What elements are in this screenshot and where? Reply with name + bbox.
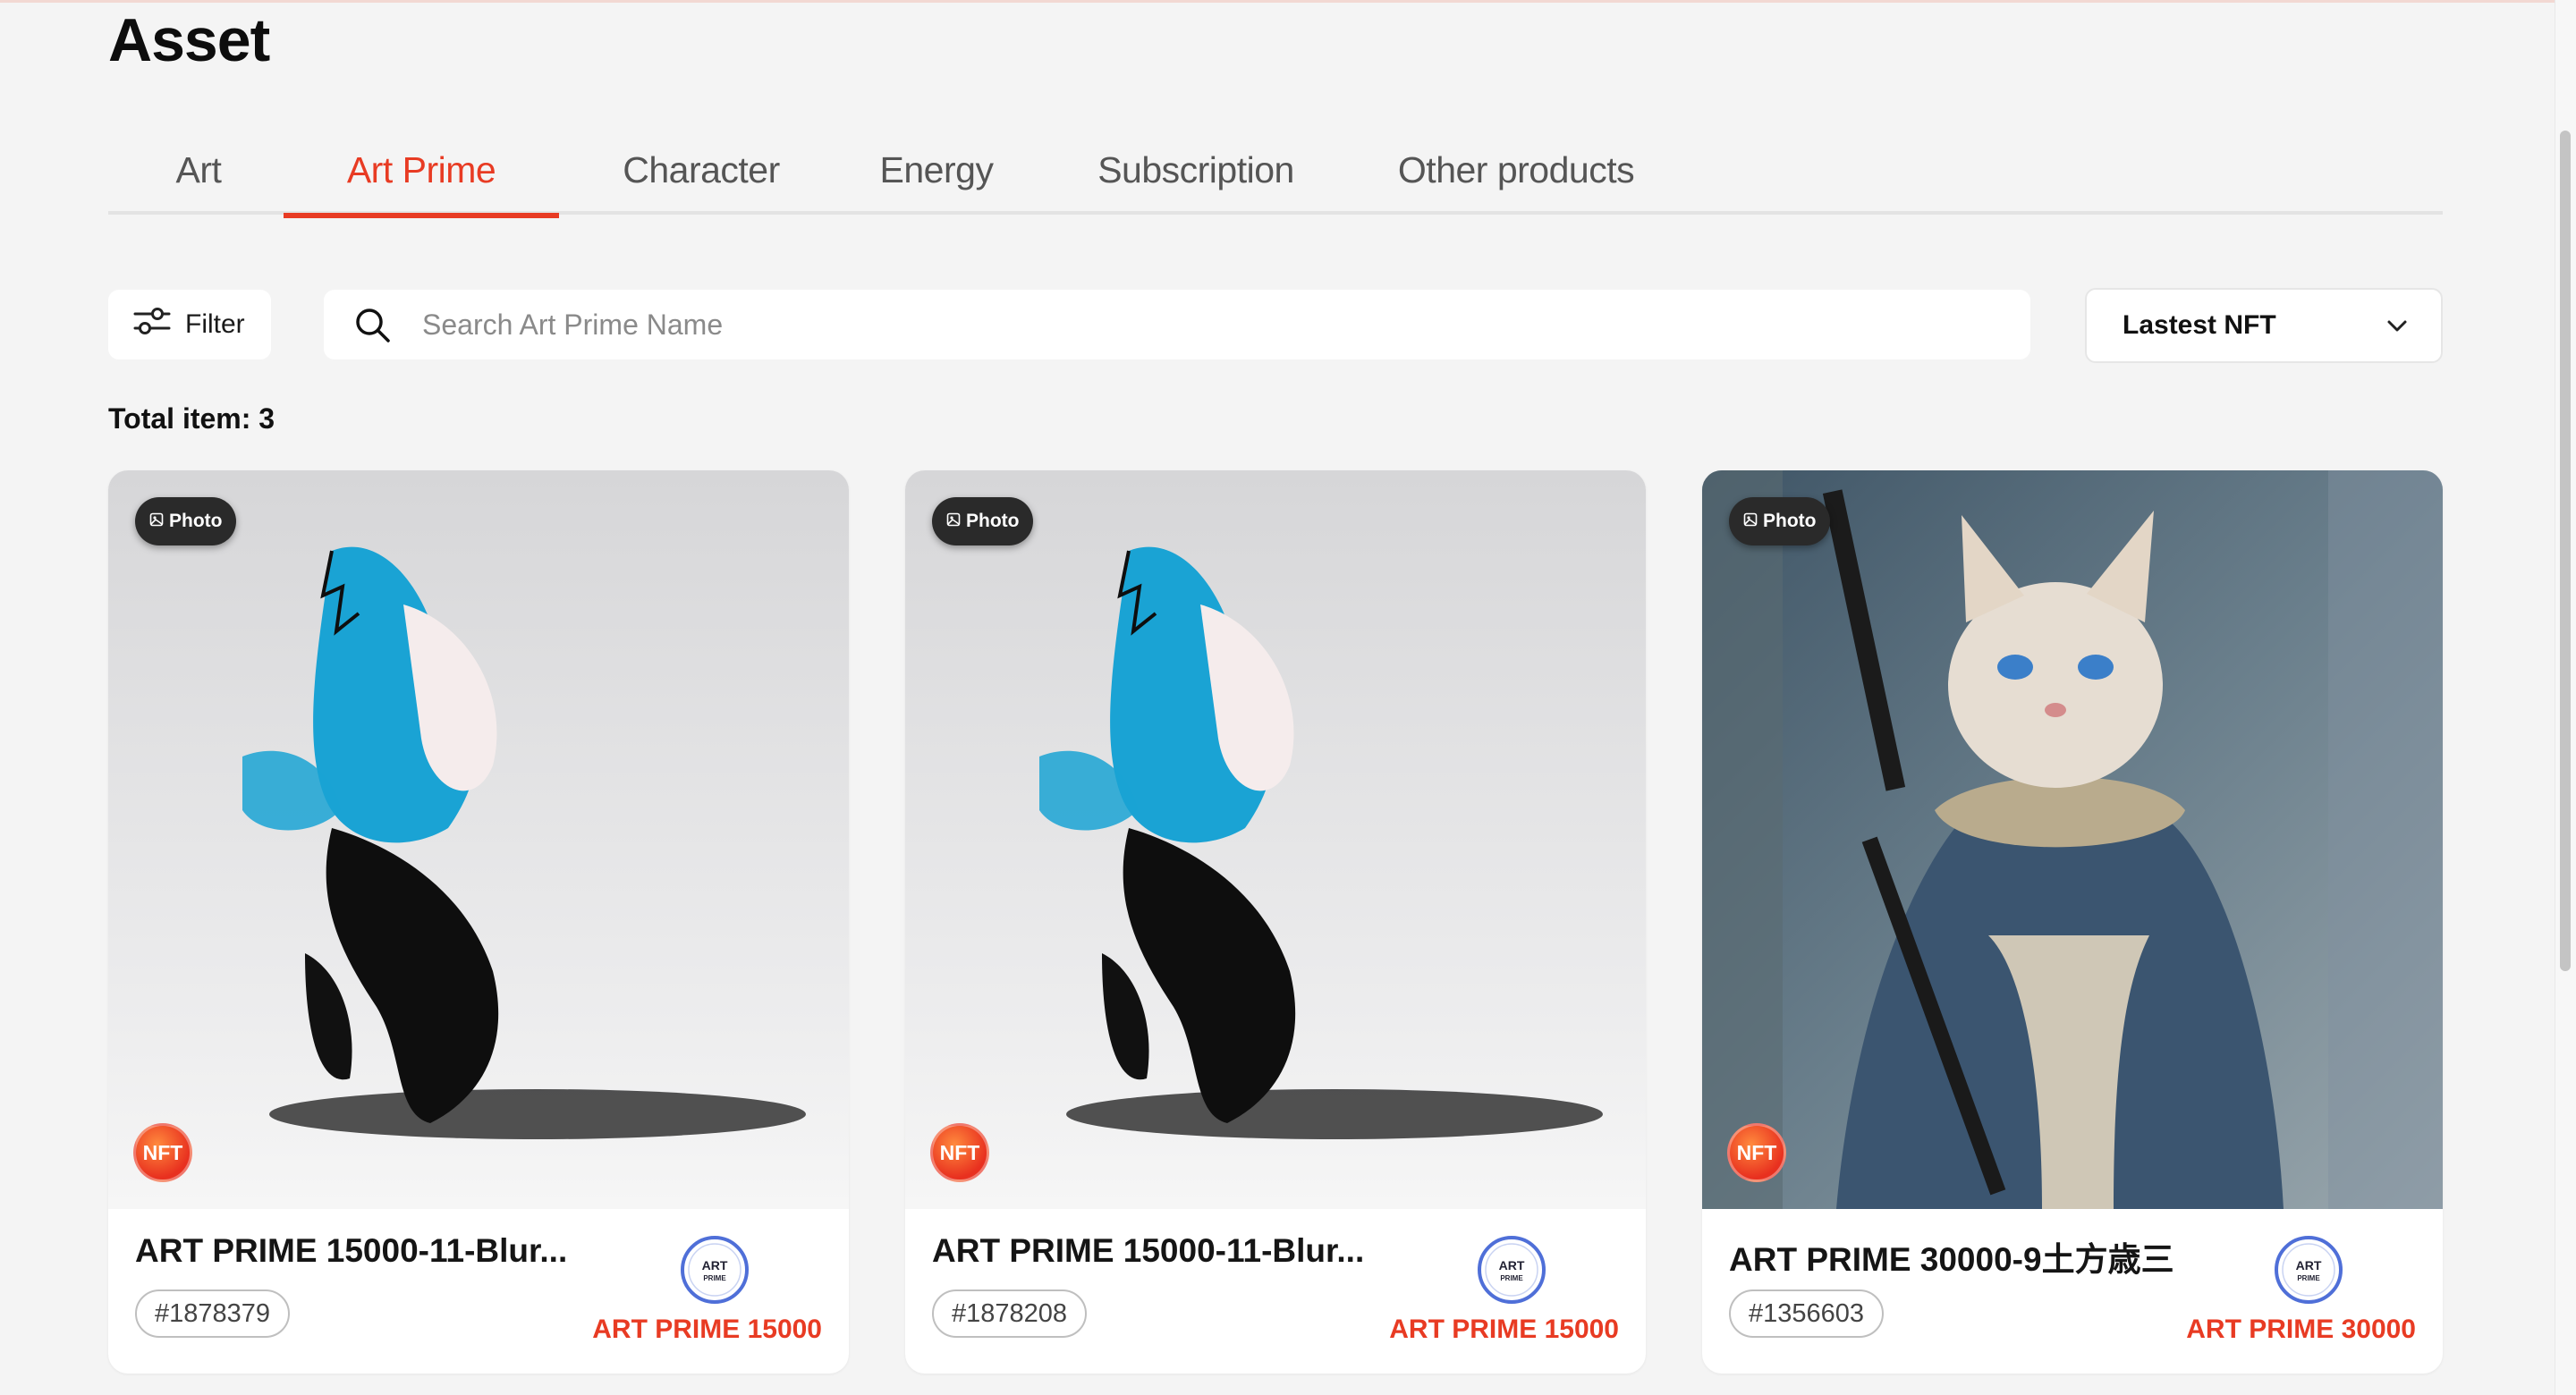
media-type-badge: Photo — [1729, 497, 1831, 545]
tab-art[interactable]: Art — [149, 134, 248, 215]
token-id: #1878379 — [135, 1289, 291, 1338]
tab-other-products[interactable]: Other products — [1366, 134, 1666, 215]
collection-name: ART PRIME 15000 — [1389, 1315, 1619, 1344]
category-tabs: Art Art Prime Character Energy Subscript… — [108, 134, 2443, 218]
tab-energy[interactable]: Energy — [847, 134, 1026, 215]
nft-image: Photo NFT — [108, 470, 849, 1209]
nft-badge: NFT — [930, 1123, 989, 1182]
filter-sliders-icon — [133, 306, 171, 343]
media-type-badge: Photo — [135, 497, 237, 545]
nft-card[interactable]: Photo NFT ART PRIME 15000-11-Blur... #18… — [905, 470, 1646, 1374]
svg-text:PRIME: PRIME — [2297, 1274, 2320, 1282]
media-type-badge: Photo — [932, 497, 1034, 545]
image-icon — [1743, 511, 1758, 532]
chevron-down-icon — [2385, 310, 2409, 341]
token-id: #1356603 — [1729, 1289, 1885, 1338]
art-prime-logo: ART PRIME — [1476, 1234, 1547, 1306]
nft-card[interactable]: Photo NFT ART PRIME 15000-11-Blur... #18… — [108, 470, 849, 1374]
nft-card[interactable]: Photo NFT ART PRIME 30000-9土方歳三 #1356603… — [1702, 470, 2443, 1374]
page-title: Asset — [108, 6, 270, 74]
nft-image: Photo NFT — [905, 470, 1646, 1209]
sort-dropdown[interactable]: Lastest NFT — [2085, 288, 2443, 363]
total-items-count: Total item: 3 — [108, 402, 275, 435]
nft-badge: NFT — [1727, 1123, 1786, 1182]
filter-button[interactable]: Filter — [108, 290, 271, 359]
search-input[interactable] — [422, 308, 1943, 342]
nft-name: ART PRIME 30000-9土方歳三 — [1729, 1241, 2174, 1278]
image-icon — [946, 511, 961, 532]
svg-text:PRIME: PRIME — [703, 1274, 726, 1282]
collection-name: ART PRIME 15000 — [592, 1315, 822, 1344]
art-prime-logo: ART PRIME — [679, 1234, 750, 1306]
tab-subscription[interactable]: Subscription — [1062, 134, 1330, 215]
svg-text:ART: ART — [2296, 1258, 2322, 1272]
art-prime-logo: ART PRIME — [2273, 1234, 2344, 1306]
scrollbar-thumb[interactable] — [2560, 131, 2571, 971]
nft-image: Photo NFT — [1702, 470, 2443, 1209]
svg-text:ART: ART — [702, 1258, 728, 1272]
collection-name: ART PRIME 30000 — [2186, 1315, 2416, 1344]
search-bar — [324, 290, 2030, 359]
nft-badge: NFT — [133, 1123, 192, 1182]
top-border — [0, 0, 2555, 3]
token-id: #1878208 — [932, 1289, 1088, 1338]
nft-name: ART PRIME 15000-11-Blur... — [135, 1232, 568, 1269]
search-icon — [352, 305, 397, 344]
tab-art-prime[interactable]: Art Prime — [284, 134, 559, 218]
tab-character[interactable]: Character — [589, 134, 813, 215]
nft-name: ART PRIME 15000-11-Blur... — [932, 1232, 1365, 1269]
sort-selected-value: Lastest NFT — [2123, 310, 2276, 340]
svg-text:PRIME: PRIME — [1500, 1274, 1523, 1282]
image-icon — [149, 511, 164, 532]
svg-text:ART: ART — [1499, 1258, 1525, 1272]
filter-label: Filter — [185, 309, 245, 339]
